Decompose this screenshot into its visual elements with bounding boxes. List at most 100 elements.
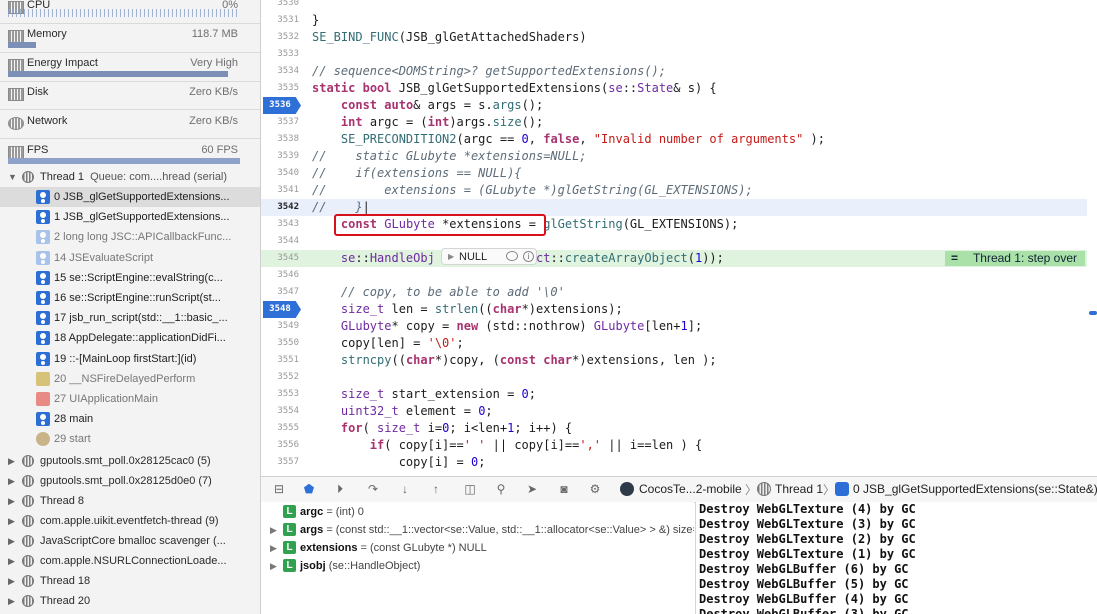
variable-row[interactable]: Largc = (int) 0	[261, 503, 694, 521]
source-editor[interactable]: 3530 3531} 3532 SE_BIND_FUNC(JSB_glGetAtt…	[261, 0, 1097, 473]
thread-row[interactable]: ▶ JavaScriptCore bmalloc scavenger (...	[0, 531, 260, 551]
stack-frame-row[interactable]: 2 long long JSC::APICallbackFunc...	[0, 227, 260, 247]
stack-frame-row[interactable]: 18 AppDelegate::applicationDidFi...	[0, 328, 260, 348]
stack-frame-row[interactable]: 27 UIApplicationMain	[0, 389, 260, 409]
thread-label: JavaScriptCore bmalloc scavenger (...	[40, 535, 226, 547]
thread-icon	[22, 555, 34, 567]
line-number[interactable]: 3545	[261, 250, 299, 267]
thread-row[interactable]: ▶ gputools.smt_poll.0x28125cac0 (5)	[0, 451, 260, 471]
line-number[interactable]: 3541	[261, 182, 299, 199]
line-number[interactable]: 3533	[261, 46, 299, 63]
step-out-icon[interactable]: ↑	[428, 482, 444, 496]
gauge-fps[interactable]: FPS 60 FPS	[0, 139, 260, 168]
stack-frame-row[interactable]: 16 se::ScriptEngine::runScript(st...	[0, 288, 260, 308]
chevron-right-icon[interactable]: ▶	[448, 249, 454, 265]
line-number[interactable]: 3553	[261, 386, 299, 403]
chevron-right-icon[interactable]: ▶	[270, 557, 277, 575]
stack-frame-row[interactable]: 28 main	[0, 409, 260, 429]
line-number[interactable]: 3552	[261, 369, 299, 386]
line-number[interactable]: 3535	[261, 80, 299, 97]
thread-label: gputools.smt_poll.0x28125cac0 (5)	[40, 455, 211, 467]
stack-frame-row[interactable]: 0 JSB_glGetSupportedExtensions...	[0, 187, 260, 207]
hide-debug-area-icon[interactable]: ⊟	[271, 482, 287, 496]
chevron-down-icon[interactable]: ▼	[8, 167, 18, 187]
chevron-right-icon[interactable]: ▶	[270, 521, 277, 539]
thread-1-row[interactable]: ▼ Thread 1 Queue: com....hread (serial)	[0, 167, 260, 187]
stack-frame-row[interactable]: 15 se::ScriptEngine::evalString(c...	[0, 268, 260, 288]
gauge-disk[interactable]: Disk Zero KB/s	[0, 81, 260, 110]
breakpoint-3536[interactable]: 3536	[263, 97, 301, 114]
thread-row[interactable]: ▶ Thread 8	[0, 491, 260, 511]
console-output[interactable]: Destroy WebGLTexture (4) by GC Destroy We…	[695, 502, 1097, 614]
step-into-icon[interactable]: ↓	[397, 482, 413, 496]
line-number[interactable]: 3551	[261, 352, 299, 369]
chevron-right-icon[interactable]: ▶	[8, 451, 18, 471]
view-debugger-icon[interactable]: ◫	[462, 482, 478, 496]
chevron-right-icon[interactable]: ▶	[8, 551, 18, 571]
stack-frame-label: 17 jsb_run_script(std::__1::basic_...	[54, 312, 228, 325]
chevron-right-icon[interactable]: ▶	[8, 491, 18, 511]
chevron-right-icon[interactable]: ▶	[8, 591, 18, 611]
gear-icon[interactable]: ⚙	[587, 482, 603, 496]
step-over-icon[interactable]: ↷	[365, 482, 381, 496]
stack-frame-row[interactable]: 14 JSEvaluateScript	[0, 248, 260, 268]
variable-row[interactable]: ▶ Largs = (const std::__1::vector<se::Val…	[261, 521, 694, 539]
line-number[interactable]: 3550	[261, 335, 299, 352]
line-number[interactable]: 3554	[261, 403, 299, 420]
code-line: for( size_t i=0; i<len+1; i++) {	[340, 421, 573, 435]
eye-icon[interactable]	[506, 251, 518, 261]
camera-icon[interactable]: ◙	[556, 482, 572, 496]
breakpoints-toggle-icon[interactable]: ⬟	[301, 482, 317, 496]
line-number[interactable]: 3557	[261, 454, 299, 471]
line-number[interactable]: 3546	[261, 267, 299, 284]
stack-frame-row[interactable]: 1 JSB_glGetSupportedExtensions...	[0, 207, 260, 227]
variable-row[interactable]: ▶ Lextensions = (const GLubyte *) NULL	[261, 539, 694, 557]
line-number[interactable]: 3537	[261, 114, 299, 131]
variable-name: extensions	[300, 542, 358, 554]
scroll-marker[interactable]	[1089, 311, 1097, 315]
thread-row[interactable]: ▶ gputools.smt_poll.0x28125d0e0 (7)	[0, 471, 260, 491]
chevron-right-icon[interactable]: ▶	[8, 531, 18, 551]
line-number[interactable]: 3532	[261, 29, 299, 46]
info-icon[interactable]: i	[523, 251, 534, 262]
code-line: // copy, to be able to add '\0'	[340, 285, 565, 299]
line-number[interactable]: 3531	[261, 12, 299, 29]
gauge-memory[interactable]: Memory 118.7 MB	[0, 23, 260, 52]
line-number[interactable]: 3544	[261, 233, 299, 250]
line-number[interactable]: 3538	[261, 131, 299, 148]
thread-row[interactable]: ▶ Thread 18	[0, 571, 260, 591]
thread-row[interactable]: ▶ com.apple.uikit.eventfetch-thread (9)	[0, 511, 260, 531]
stack-frame-row[interactable]: 17 jsb_run_script(std::__1::basic_...	[0, 308, 260, 328]
chevron-right-icon[interactable]: ▶	[8, 571, 18, 591]
stack-frame-row[interactable]: 20 __NSFireDelayedPerform	[0, 369, 260, 389]
chevron-right-icon[interactable]: ▶	[270, 539, 277, 557]
breakpoint-3548[interactable]: 3548	[263, 301, 301, 318]
line-number[interactable]: 3547	[261, 284, 299, 301]
line-number[interactable]: 3549	[261, 318, 299, 335]
variable-row[interactable]: ▶ Ljsobj (se::HandleObject)	[261, 557, 694, 575]
line-number[interactable]: 3540	[261, 165, 299, 182]
chevron-right-icon[interactable]: ▶	[8, 511, 18, 531]
breadcrumb-scheme[interactable]: CocosTe...2-mobile	[639, 482, 742, 496]
line-number[interactable]: 3542	[261, 199, 299, 216]
breadcrumb-frame[interactable]: 0 JSB_glGetSupportedExtensions(se::State…	[853, 482, 1097, 496]
gauge-network[interactable]: Network Zero KB/s	[0, 110, 260, 139]
continue-icon[interactable]: ⏵	[332, 482, 348, 496]
chevron-right-icon[interactable]: ▶	[8, 471, 18, 491]
memory-graph-icon[interactable]: ⚲	[493, 482, 509, 496]
line-number[interactable]: 3539	[261, 148, 299, 165]
line-number[interactable]: 3556	[261, 437, 299, 454]
line-number[interactable]: 3530	[261, 0, 299, 12]
stack-frame-row[interactable]: 29 start	[0, 429, 260, 449]
line-number[interactable]: 3555	[261, 420, 299, 437]
breadcrumb-thread[interactable]: Thread 1	[775, 482, 823, 496]
gauge-energy[interactable]: Energy Impact Very High	[0, 52, 260, 81]
gauge-cpu[interactable]: CPU 0%	[0, 0, 260, 23]
location-icon[interactable]: ➤	[524, 482, 540, 496]
line-number[interactable]: 3543	[261, 216, 299, 233]
thread-row[interactable]: ▶ Thread 20	[0, 591, 260, 611]
value-tooltip[interactable]: ▶ NULL i	[441, 248, 537, 265]
stack-frame-row[interactable]: 19 ::-[MainLoop firstStart:](id)	[0, 349, 260, 369]
line-number[interactable]: 3534	[261, 63, 299, 80]
thread-row[interactable]: ▶ com.apple.NSURLConnectionLoade...	[0, 551, 260, 571]
